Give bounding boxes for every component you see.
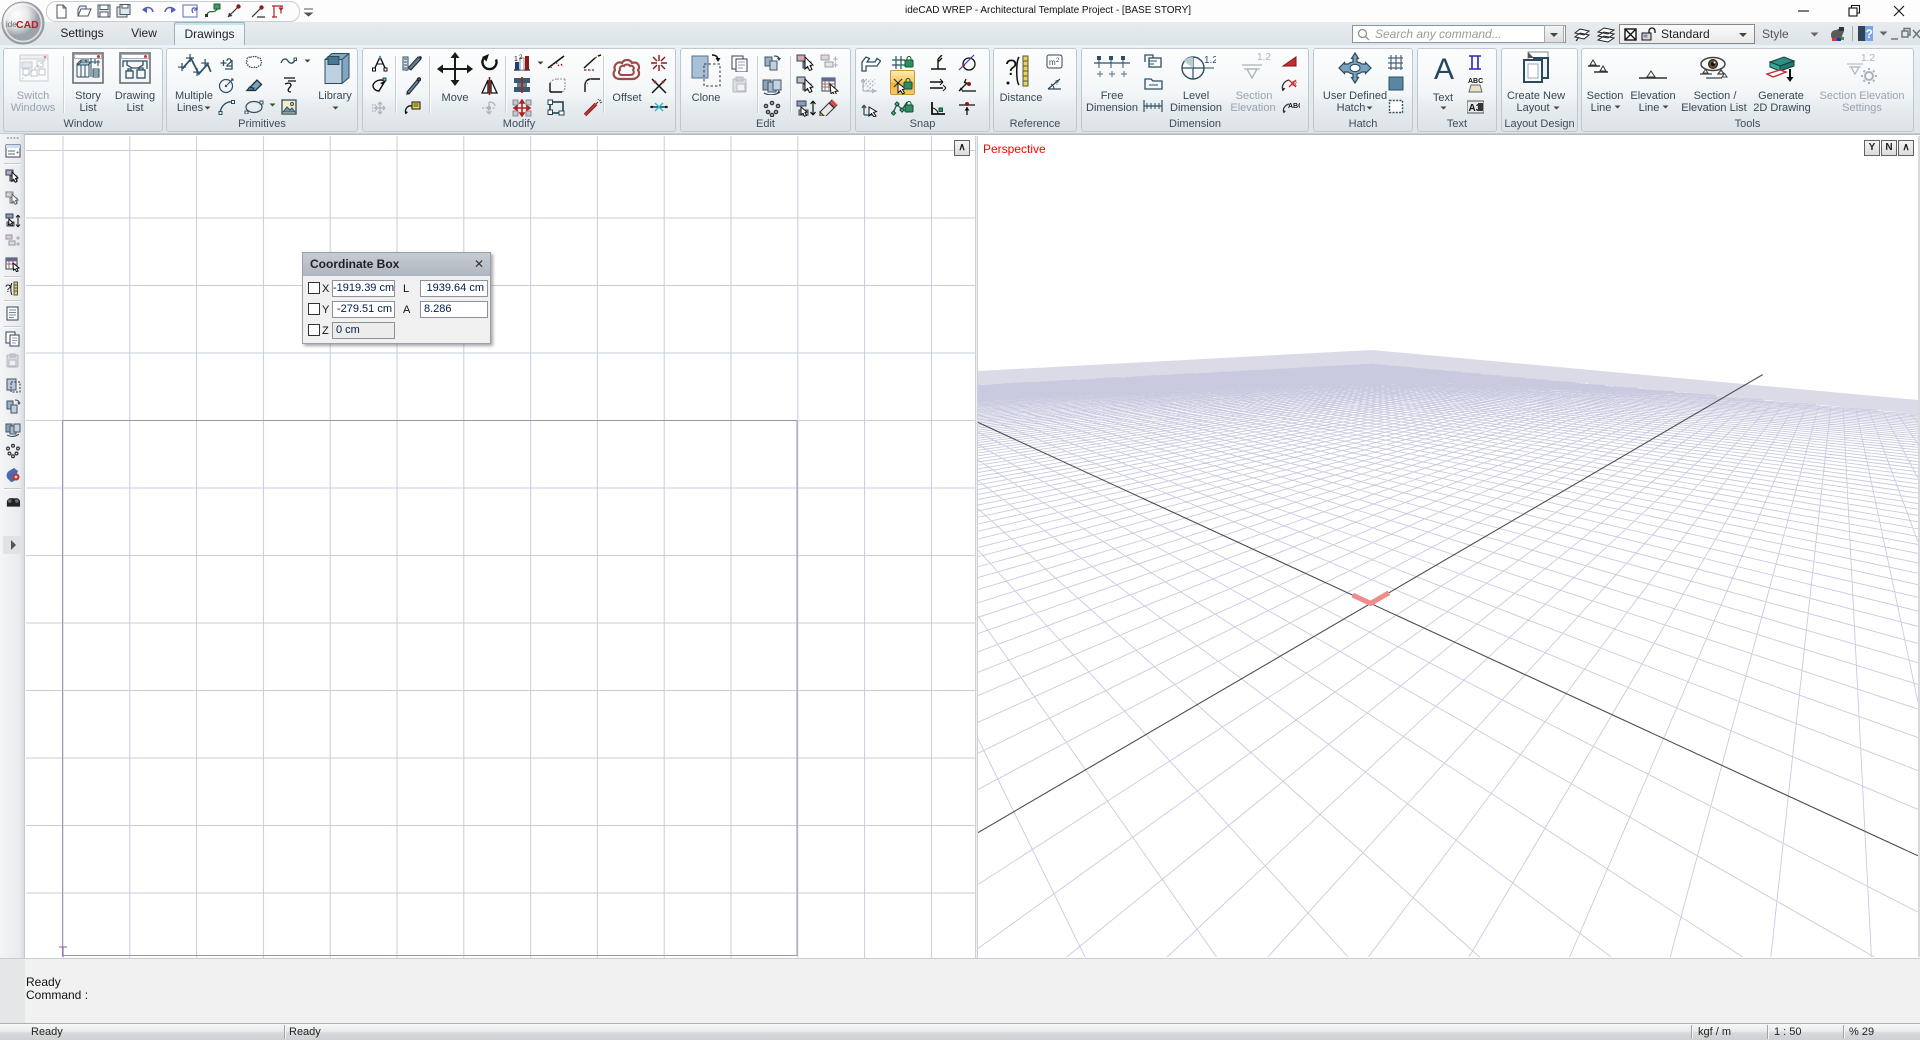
svg-text:?: ? — [1005, 55, 1017, 80]
svg-text:1.2: 1.2 — [1204, 55, 1216, 66]
svg-text:m: m — [1049, 58, 1056, 67]
svg-text:A: A — [1434, 53, 1454, 82]
svg-text:?: ? — [1055, 80, 1059, 87]
svg-text:CAD: CAD — [16, 19, 39, 31]
svg-text:1: 1 — [514, 56, 518, 63]
svg-text:1.2: 1.2 — [1257, 52, 1271, 63]
svg-text:?: ? — [5, 283, 11, 295]
svg-text:1.2: 1.2 — [1861, 53, 1875, 64]
svg-text:R: R — [1292, 81, 1297, 88]
svg-text:ABC: ABC — [1468, 78, 1483, 85]
